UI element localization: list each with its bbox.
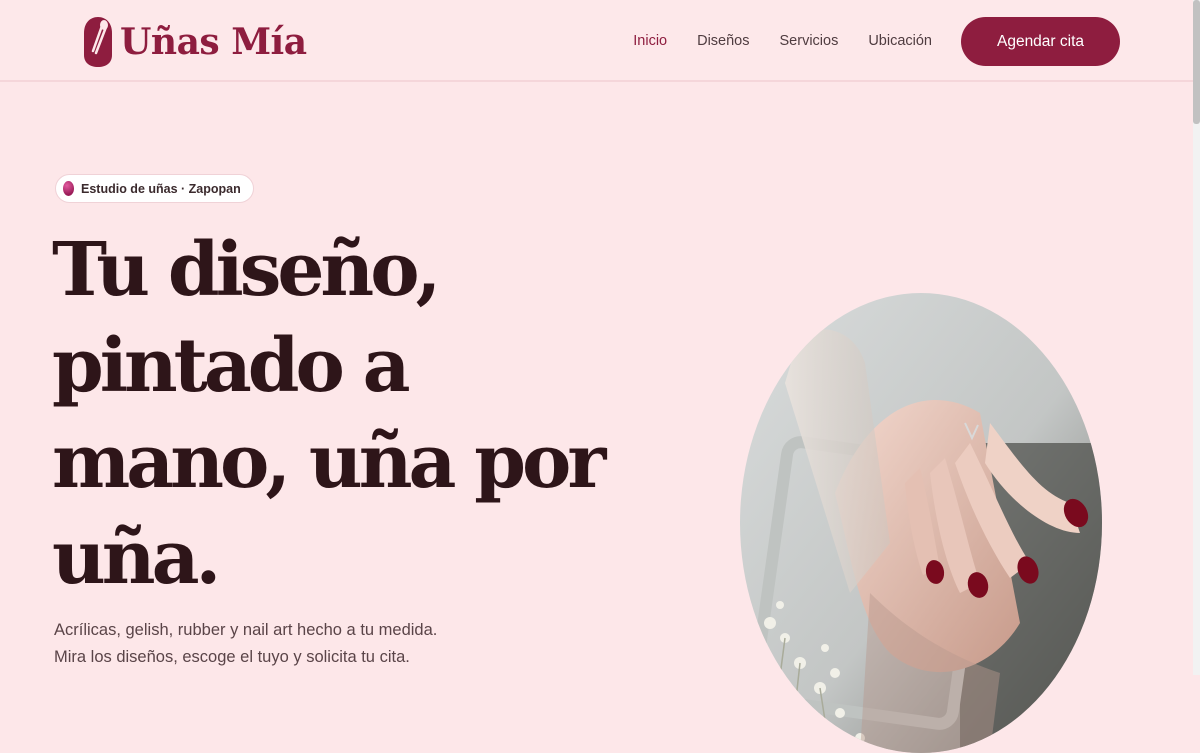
nail-polish-drop-icon	[84, 17, 112, 67]
nav-link-disenos[interactable]: Diseños	[697, 33, 749, 49]
nav-link-inicio[interactable]: Inicio	[633, 33, 667, 49]
badge-text: Estudio de uñas · Zapopan	[81, 181, 241, 196]
hero-subtext-line-2: Mira los diseños, escoge el tuyo y solic…	[54, 648, 410, 666]
book-appointment-button[interactable]: Agendar cita	[961, 17, 1120, 66]
nav-link-servicios[interactable]: Servicios	[780, 33, 839, 49]
hand-with-red-manicure-photo	[740, 293, 1102, 753]
hero-subtext: Acrílicas, gelish, rubber y nail art hec…	[54, 617, 574, 671]
page-scrollbar[interactable]	[1193, 0, 1200, 675]
site-header: Uñas Mía Inicio Diseños Servicios Ubicac…	[0, 0, 1200, 82]
nav-link-ubicacion[interactable]: Ubicación	[868, 33, 932, 49]
hero-image	[740, 293, 1102, 753]
hero-subtext-line-1: Acrílicas, gelish, rubber y nail art hec…	[54, 621, 438, 639]
hero-headline: Tu diseño, pintado a mano, uña por uña.	[52, 227, 606, 601]
main-nav: Inicio Diseños Servicios Ubicación	[633, 0, 932, 82]
scrollbar-thumb[interactable]	[1193, 0, 1200, 124]
brand-logo[interactable]: Uñas Mía	[82, 14, 307, 70]
brand-name: Uñas Mía	[120, 21, 307, 63]
nail-polish-dot-icon	[63, 181, 74, 196]
location-badge: Estudio de uñas · Zapopan	[55, 174, 254, 203]
